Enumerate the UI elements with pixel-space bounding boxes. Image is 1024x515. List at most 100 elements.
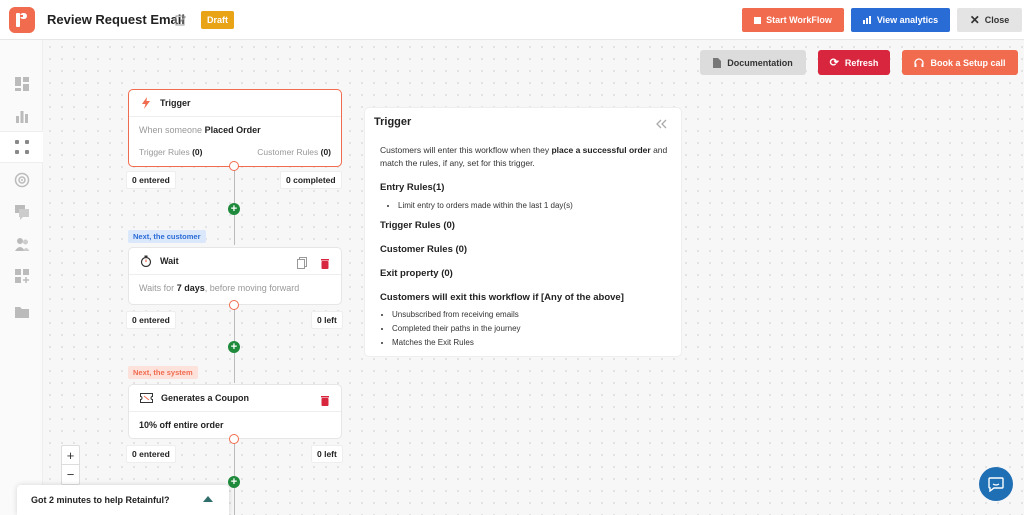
close-icon: ✕ bbox=[969, 13, 980, 27]
dashboard-icon bbox=[14, 77, 29, 91]
chat-icon bbox=[14, 205, 29, 220]
documentation-label: Documentation bbox=[727, 57, 793, 68]
customer-rules-heading: Customer Rules (0) bbox=[380, 244, 468, 255]
chart-icon bbox=[862, 16, 871, 24]
documentation-button[interactable]: Documentation bbox=[700, 50, 806, 75]
coupon-node[interactable]: Generates a Coupon 10% off entire order bbox=[128, 384, 342, 439]
refresh-icon: ⟳ bbox=[829, 57, 839, 69]
trigger-rules-label: Trigger Rules bbox=[139, 147, 190, 157]
feedback-text: Got 2 minutes to help Retainful? bbox=[31, 495, 170, 505]
close-label: Close bbox=[984, 15, 1010, 25]
book-setup-call-label: Book a Setup call bbox=[930, 57, 1006, 68]
chat-icon bbox=[988, 476, 1004, 492]
delete-icon[interactable] bbox=[320, 256, 330, 274]
sidebar-item-campaigns[interactable] bbox=[0, 164, 43, 196]
wait-prefix: Waits for bbox=[139, 283, 175, 293]
coupon-node-title: Generates a Coupon bbox=[161, 393, 250, 403]
close-button[interactable]: ✕ Close bbox=[957, 8, 1022, 32]
coupon-icon bbox=[140, 393, 153, 403]
add-widget-icon bbox=[14, 269, 29, 283]
folder-icon bbox=[14, 307, 29, 318]
list-item: Matches the Exit Rules bbox=[392, 336, 521, 350]
list-item: Completed their paths in the journey bbox=[392, 322, 521, 336]
caret-up-icon[interactable] bbox=[203, 495, 213, 503]
list-item: Limit entry to orders made within the la… bbox=[398, 199, 573, 213]
trigger-prefix: When someone bbox=[139, 125, 203, 135]
trigger-entered-count: 0 entered bbox=[126, 171, 176, 189]
add-step-button[interactable]: + bbox=[228, 203, 240, 215]
chart-icon bbox=[15, 111, 28, 123]
trigger-rules-count: (0) bbox=[192, 147, 203, 157]
workflow-title: Review Request Email bbox=[47, 12, 185, 27]
sidebar-item-messages[interactable] bbox=[0, 196, 43, 228]
sidebar-item-integrations[interactable] bbox=[0, 260, 43, 292]
entry-rules-list: Limit entry to orders made within the la… bbox=[398, 199, 573, 213]
panel-desc-part-1: Customers will enter this workflow when … bbox=[380, 145, 552, 155]
exit-conditions-list: Unsubscribed from receiving emails Compl… bbox=[392, 308, 521, 350]
book-setup-call-button[interactable]: Book a Setup call bbox=[902, 50, 1018, 75]
stopwatch-icon bbox=[140, 255, 152, 267]
customer-rules-summary: Customer Rules (0) bbox=[257, 147, 331, 157]
target-icon bbox=[14, 172, 29, 188]
status-badge: Draft bbox=[201, 11, 235, 29]
document-icon bbox=[713, 57, 722, 68]
users-icon bbox=[14, 238, 29, 251]
headset-icon bbox=[914, 57, 925, 67]
sidebar-item-users[interactable] bbox=[0, 228, 43, 260]
trigger-node[interactable]: Trigger When someone Placed Order Trigge… bbox=[128, 89, 342, 167]
actor-tag-system: Next, the system bbox=[128, 366, 198, 379]
wait-suffix: , before moving forward bbox=[204, 283, 300, 293]
list-item: Unsubscribed from receiving emails bbox=[392, 308, 521, 322]
panel-title: Trigger bbox=[374, 116, 412, 128]
trigger-rules-summary: Trigger Rules (0) bbox=[139, 147, 202, 157]
sidebar-item-reports[interactable] bbox=[0, 100, 43, 132]
start-workflow-label: Start WorkFlow bbox=[766, 15, 832, 25]
coupon-description: 10% off entire order bbox=[139, 420, 224, 430]
sidebar-item-workflows[interactable] bbox=[0, 131, 43, 163]
collapse-icon[interactable] bbox=[655, 116, 667, 134]
add-step-button[interactable]: + bbox=[228, 476, 240, 488]
view-analytics-button[interactable]: View analytics bbox=[851, 8, 950, 32]
sidebar-item-dashboard[interactable] bbox=[0, 68, 43, 100]
lightning-icon bbox=[142, 97, 150, 109]
copy-icon[interactable] bbox=[297, 256, 307, 274]
wait-left-count: 0 left bbox=[311, 311, 343, 329]
exit-conditions-heading: Customers will exit this workflow if [An… bbox=[380, 292, 624, 303]
customer-rules-count: (0) bbox=[320, 147, 331, 157]
chat-support-button[interactable] bbox=[979, 467, 1013, 501]
coupon-output-port[interactable] bbox=[229, 434, 239, 444]
trigger-output-port[interactable] bbox=[229, 161, 239, 171]
customer-rules-label: Customer Rules bbox=[257, 147, 319, 157]
panel-desc-bold: place a successful order bbox=[551, 145, 651, 155]
zoom-in-button[interactable]: + bbox=[62, 446, 79, 465]
feedback-prompt[interactable]: Got 2 minutes to help Retainful? bbox=[17, 485, 229, 515]
actor-tag-customer: Next, the customer bbox=[128, 230, 206, 243]
top-bar: Review Request Email Draft Start WorkFlo… bbox=[0, 0, 1024, 40]
zoom-out-button[interactable]: − bbox=[62, 465, 79, 484]
entry-rules-heading: Entry Rules(1) bbox=[380, 182, 445, 193]
wait-output-port[interactable] bbox=[229, 300, 239, 310]
refresh-label: Refresh bbox=[844, 57, 879, 68]
square-icon bbox=[754, 16, 762, 24]
delete-icon[interactable] bbox=[320, 393, 330, 411]
wait-duration: 7 days bbox=[176, 283, 205, 293]
trigger-completed-count: 0 completed bbox=[280, 171, 342, 189]
zoom-controls: + − bbox=[61, 445, 80, 485]
wait-node-title: Wait bbox=[160, 256, 179, 266]
panel-description: Customers will enter this workflow when … bbox=[380, 144, 670, 170]
trigger-event: Placed Order bbox=[204, 125, 261, 135]
coupon-entered-count: 0 entered bbox=[126, 445, 176, 463]
view-analytics-label: View analytics bbox=[876, 15, 939, 25]
trigger-detail-panel: Trigger Customers will enter this workfl… bbox=[364, 107, 682, 357]
refresh-button[interactable]: ⟳ Refresh bbox=[818, 50, 890, 75]
start-workflow-button[interactable]: Start WorkFlow bbox=[742, 8, 844, 32]
retainful-logo[interactable] bbox=[9, 7, 35, 33]
wait-node[interactable]: Wait Waits for 7 days, before moving for… bbox=[128, 247, 342, 305]
add-step-button[interactable]: + bbox=[228, 341, 240, 353]
exit-property-heading: Exit property (0) bbox=[380, 268, 453, 279]
sidebar bbox=[0, 40, 43, 515]
sidebar-item-files[interactable] bbox=[0, 296, 43, 328]
edit-icon[interactable] bbox=[175, 13, 187, 31]
workflow-icon bbox=[14, 140, 29, 154]
wait-entered-count: 0 entered bbox=[126, 311, 176, 329]
